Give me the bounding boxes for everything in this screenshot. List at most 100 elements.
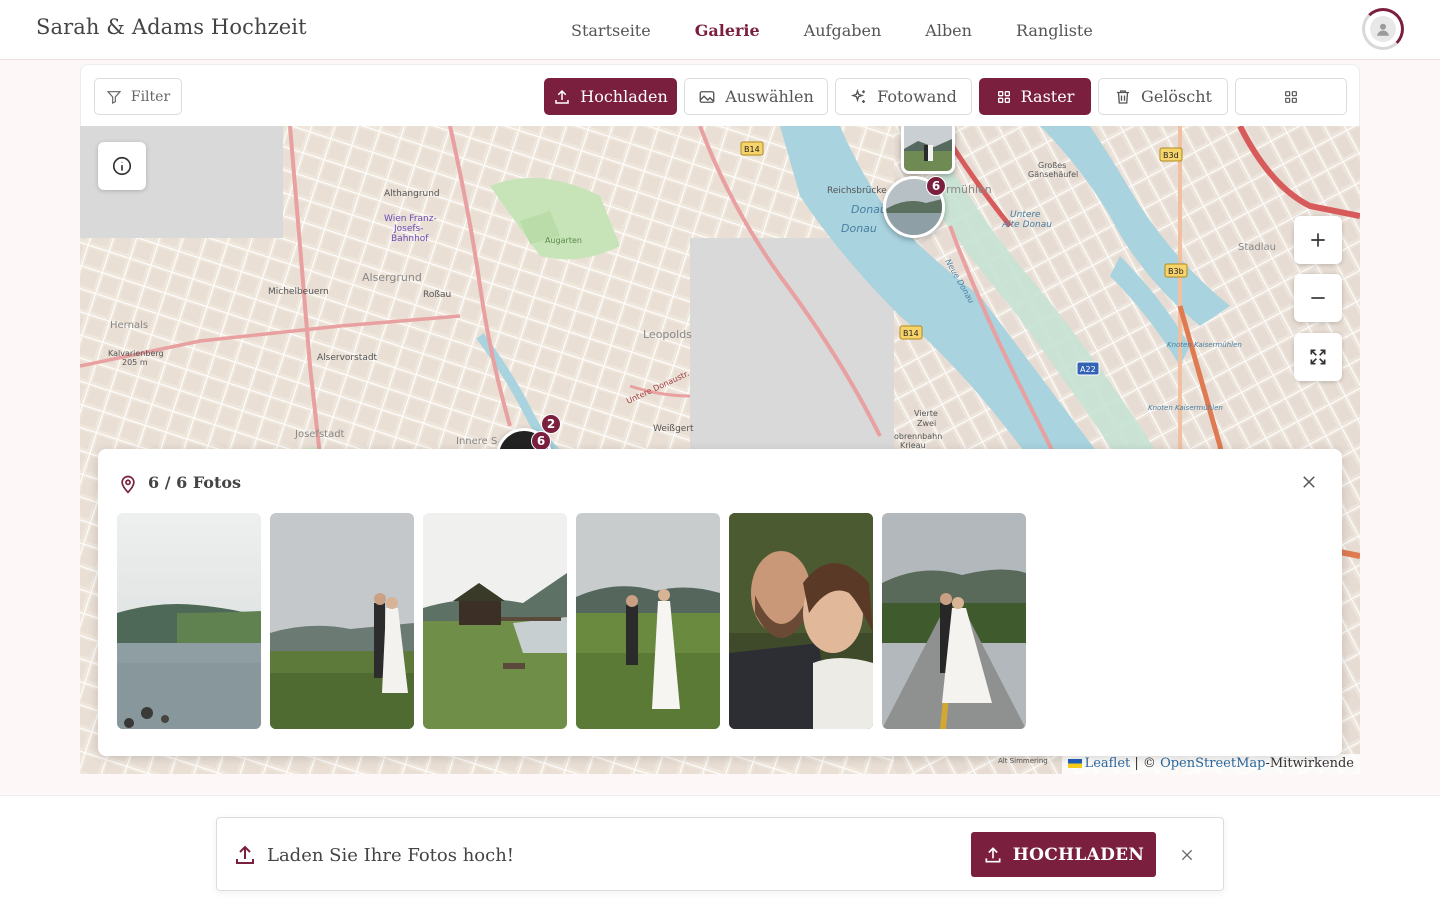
banner-upload-label: HOCHLADEN <box>1012 844 1145 865</box>
nav-alben[interactable]: Alben <box>903 21 994 40</box>
photo-thumbnail-cabin[interactable] <box>423 513 567 729</box>
filter-button[interactable]: Filter <box>94 78 182 115</box>
road-shield-b3b: B3b <box>1168 267 1184 276</box>
upload-button[interactable]: Hochladen <box>544 78 677 115</box>
image-icon <box>699 90 715 103</box>
road-shield-b3d: B3d <box>1163 151 1179 160</box>
zoom-out-button[interactable] <box>1294 274 1342 322</box>
road-shield-b14-a: B14 <box>744 145 760 154</box>
photo-thumbnail-couple-grass[interactable] <box>576 513 720 729</box>
photo-thumbnail-couple-closeup[interactable] <box>729 513 873 729</box>
fullscreen-button[interactable] <box>1294 333 1342 381</box>
map-label-vierte: Vierte <box>914 409 938 418</box>
photo-thumbnail-couple-road[interactable] <box>882 513 1026 729</box>
filter-icon <box>106 90 122 104</box>
map-label-josefstadt: Josefstadt <box>294 429 345 440</box>
filter-label: Filter <box>130 88 171 105</box>
map-label-leopolds: Leopolds <box>643 328 692 341</box>
map-label-althangrund: Althangrund <box>384 189 440 199</box>
photo-count-title: 6 / 6 Fotos <box>148 473 242 492</box>
upload-icon <box>985 846 1001 862</box>
minus-icon <box>1311 297 1325 299</box>
osm-link[interactable]: OpenStreetMap <box>1160 756 1265 771</box>
user-avatar-button[interactable] <box>1362 8 1404 50</box>
cluster-count-badge: 6 <box>926 176 946 196</box>
map-label-donau-1: Donau <box>851 203 887 216</box>
map-label-innere: Innere S <box>456 436 497 447</box>
map-label-alservorstadt: Alservorstadt <box>317 353 378 363</box>
map-label-alte-donau: Alte Donau <box>1001 220 1052 230</box>
map-label-josefs: Josefs- <box>393 224 424 234</box>
map-label-alt-simmering: Alt Simmering <box>998 757 1048 765</box>
photowall-button[interactable]: Fotowand <box>835 78 972 115</box>
nav-aufgaben[interactable]: Aufgaben <box>782 21 904 40</box>
road-shield-b14-b: B14 <box>903 329 919 338</box>
deleted-label: Gelöscht <box>1141 87 1212 106</box>
map-label-donau-2: Donau <box>841 222 877 235</box>
map-label-rossau: Roßau <box>423 290 451 300</box>
map-label-michelbeuern: Michelbeuern <box>268 287 329 297</box>
map-label-bahnhof: Bahnhof <box>391 234 429 244</box>
map-label-obrennbahn: obrennbahn <box>894 432 942 441</box>
nav-startseite[interactable]: Startseite <box>549 21 673 40</box>
zoom-in-button[interactable] <box>1294 216 1342 264</box>
trash-icon <box>1117 89 1130 104</box>
select-button[interactable]: Auswählen <box>684 78 828 115</box>
user-icon <box>1370 16 1396 42</box>
main-nav: Startseite Galerie Aufgaben Alben Rangli… <box>549 0 1115 60</box>
map-label-knoten-1: Knoten Kaisermühlen <box>1167 341 1242 349</box>
photo-thumbnail-lake[interactable] <box>117 513 261 729</box>
map-label-kalvarienberg: Kalvarienberg <box>108 349 164 358</box>
map-label-kaisermuhlen: rmühlen <box>946 183 992 196</box>
site-title[interactable]: Sarah & Adams Hochzeit <box>36 15 307 39</box>
nav-rangliste[interactable]: Rangliste <box>994 21 1115 40</box>
nav-galerie[interactable]: Galerie <box>673 21 782 40</box>
upload-prompt-banner: Laden Sie Ihre Fotos hoch! HOCHLADEN <box>216 817 1224 891</box>
map-label-knoten-2: Knoten Kaisermühlen <box>1148 404 1223 412</box>
map-label-hernals: Hernals <box>110 320 148 331</box>
map-label-gansehaufel: Gänsehäufel <box>1028 170 1078 179</box>
map-attribution: Leaflet | © OpenStreetMap-Mitwirkende <box>1061 754 1360 774</box>
map-label-zwei: Zwei <box>917 419 936 428</box>
map-label-alsergrund: Alsergrund <box>362 271 422 284</box>
upload-label: Hochladen <box>580 87 668 106</box>
photowall-label: Fotowand <box>877 87 957 106</box>
fullscreen-icon <box>1310 349 1326 365</box>
gallery-toolbar: Filter Hochladen Auswählen Fotowand Rast… <box>80 64 1360 126</box>
map-label-grosses: Großes <box>1038 161 1066 170</box>
map-label-augarten: Augarten <box>545 236 582 245</box>
info-icon <box>112 156 132 176</box>
deleted-button[interactable]: Gelöscht <box>1098 78 1228 115</box>
map-label-reichsbrucke: Reichsbrücke <box>827 186 887 196</box>
grid-icon <box>1285 90 1297 103</box>
grid-icon <box>997 90 1010 103</box>
select-label: Auswählen <box>725 87 814 106</box>
marker-thumbnail <box>904 126 952 171</box>
attribution-separator: | © <box>1130 756 1161 771</box>
map-label-weissgerb: Weißgert <box>653 424 694 434</box>
upload-prompt-text: Laden Sie Ihre Fotos hoch! <box>267 845 515 866</box>
cluster-count-badge: 6 <box>531 431 551 451</box>
leaflet-link[interactable]: Leaflet <box>1085 756 1131 771</box>
layout-toggle-button[interactable] <box>1235 78 1347 115</box>
road-shield-a22: A22 <box>1080 365 1096 374</box>
sparkles-icon <box>851 88 866 103</box>
close-icon[interactable] <box>1300 473 1318 491</box>
map-label-stadlau: Stadlau <box>1238 242 1276 253</box>
map-pin-icon <box>121 475 135 494</box>
banner-upload-button[interactable]: HOCHLADEN <box>971 832 1156 877</box>
close-icon[interactable] <box>1179 847 1195 863</box>
location-photos-panel: 6 / 6 Fotos <box>98 449 1342 756</box>
upload-icon <box>236 845 254 864</box>
photo-thumbnail-couple-meadow[interactable] <box>270 513 414 729</box>
map-label-kalvarienberg-height: 205 m <box>122 358 148 367</box>
grid-view-button[interactable]: Raster <box>979 78 1091 115</box>
map-label-wien-franz: Wien Franz- <box>384 214 437 224</box>
upload-icon <box>555 89 569 104</box>
map-label-untere: Untere <box>1010 210 1041 220</box>
map-info-button[interactable] <box>98 142 146 190</box>
plus-icon <box>1311 233 1325 247</box>
map-photo-marker[interactable] <box>901 126 955 174</box>
ukraine-flag-icon <box>1067 759 1082 768</box>
top-navigation-bar: Sarah & Adams Hochzeit Startseite Galeri… <box>0 0 1440 60</box>
